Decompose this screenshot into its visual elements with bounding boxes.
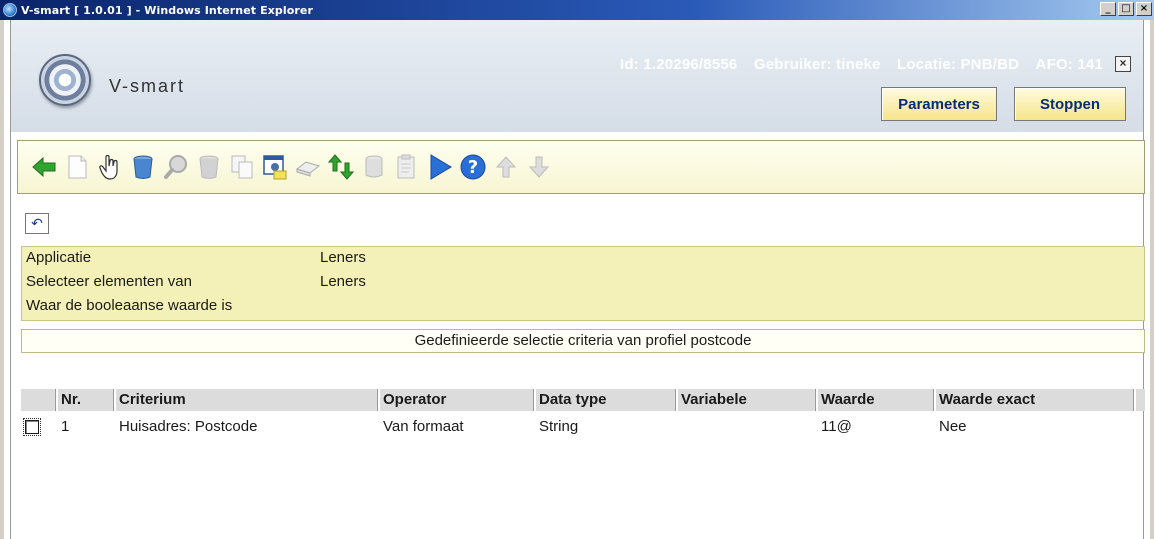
hand-select-icon[interactable]	[96, 150, 124, 184]
maximize-button[interactable]: □	[1118, 2, 1134, 16]
copy-icon[interactable]	[228, 150, 256, 184]
close-session-icon[interactable]: ×	[1115, 56, 1131, 72]
new-document-icon[interactable]	[63, 150, 91, 184]
column-divider[interactable]	[1133, 389, 1136, 411]
window-titlebar: V-smart [ 1.0.01 ] - Windows Internet Ex…	[0, 0, 1154, 20]
back-arrow-icon[interactable]	[30, 150, 58, 184]
info-label: Applicatie	[26, 249, 92, 266]
cell-criterium: Huisadres: Postcode	[119, 418, 258, 435]
table-row[interactable]: 1 Huisadres: Postcode Van formaat String…	[21, 413, 1145, 439]
column-header-waarde-exact[interactable]: Waarde exact	[939, 391, 1035, 408]
ie-icon	[3, 3, 17, 17]
vsmart-logo-icon	[39, 54, 91, 106]
info-panel: Applicatie Leners Selecteer elementen va…	[21, 246, 1145, 321]
session-afo: AFO: 141	[1035, 56, 1103, 73]
parameters-button[interactable]: Parameters	[881, 87, 997, 121]
brand-name: V-smart	[109, 76, 186, 96]
session-user: Gebruiker: tineke	[753, 56, 881, 73]
column-divider[interactable]	[933, 389, 936, 411]
column-header-criterium[interactable]: Criterium	[119, 391, 186, 408]
cell-nr: 1	[61, 418, 70, 435]
info-label: Selecteer elementen van	[26, 273, 192, 290]
session-info: Id: 1.20296/8556 Gebruiker: tineke Locat…	[608, 56, 1103, 73]
column-header-waarde[interactable]: Waarde	[821, 391, 875, 408]
column-divider[interactable]	[55, 389, 58, 411]
close-window-button[interactable]: ×	[1136, 2, 1152, 16]
stop-button[interactable]: Stoppen	[1014, 87, 1126, 121]
app-header: V-smart Id: 1.20296/8556 Gebruiker: tine…	[11, 20, 1143, 132]
window-controls: _ □ ×	[1100, 2, 1152, 16]
browser-frame: V-smart Id: 1.20296/8556 Gebruiker: tine…	[0, 20, 1154, 539]
cell-waarde: 11@	[821, 418, 852, 435]
window-title: V-smart [ 1.0.01 ] - Windows Internet Ex…	[21, 3, 314, 17]
svg-text:?: ?	[468, 157, 478, 178]
column-header-operator[interactable]: Operator	[383, 391, 446, 408]
play-icon[interactable]	[426, 150, 454, 184]
info-value: Leners	[320, 249, 366, 266]
toolbar: ?	[17, 140, 1145, 194]
session-id: Id: 1.20296/8556	[620, 56, 738, 73]
cell-waarde-exact: Nee	[939, 418, 967, 435]
properties-icon[interactable]	[261, 150, 289, 184]
info-row-select-elements: Selecteer elementen van Leners	[26, 273, 366, 295]
cell-operator: Van formaat	[383, 418, 464, 435]
column-header-data-type[interactable]: Data type	[539, 391, 607, 408]
session-location: Locatie: PNB/BD	[896, 56, 1020, 73]
column-divider[interactable]	[113, 389, 116, 411]
column-divider[interactable]	[815, 389, 818, 411]
row-checkbox[interactable]	[23, 418, 41, 436]
column-divider[interactable]	[533, 389, 536, 411]
column-header-nr[interactable]: Nr.	[61, 391, 81, 408]
minimize-button[interactable]: _	[1100, 2, 1116, 16]
delete-bin-icon[interactable]	[129, 150, 157, 184]
info-value: Leners	[320, 273, 366, 290]
search-icon[interactable]	[162, 150, 190, 184]
delete-bin-disabled-icon[interactable]	[195, 150, 223, 184]
column-header-variabele[interactable]: Variabele	[681, 391, 747, 408]
database-icon[interactable]	[360, 150, 388, 184]
table-header: Nr. Criterium Operator Data type Variabe…	[21, 389, 1145, 411]
cell-data-type: String	[539, 418, 579, 435]
section-title: Gedefinieerde selectie criteria van prof…	[21, 329, 1145, 353]
down-arrow-icon[interactable]	[525, 150, 553, 184]
column-divider[interactable]	[377, 389, 380, 411]
up-arrow-icon[interactable]	[492, 150, 520, 184]
eraser-icon[interactable]	[294, 150, 322, 184]
info-row-boolean-value: Waar de booleaanse waarde is	[26, 297, 320, 319]
undo-button[interactable]: ↶	[25, 213, 49, 234]
column-divider[interactable]	[675, 389, 678, 411]
page-area: V-smart Id: 1.20296/8556 Gebruiker: tine…	[10, 20, 1145, 539]
help-icon[interactable]: ?	[459, 150, 487, 184]
sort-icon[interactable]	[327, 150, 355, 184]
info-row-application: Applicatie Leners	[26, 249, 366, 271]
clipboard-icon[interactable]	[393, 150, 421, 184]
info-label: Waar de booleaanse waarde is	[26, 297, 233, 314]
